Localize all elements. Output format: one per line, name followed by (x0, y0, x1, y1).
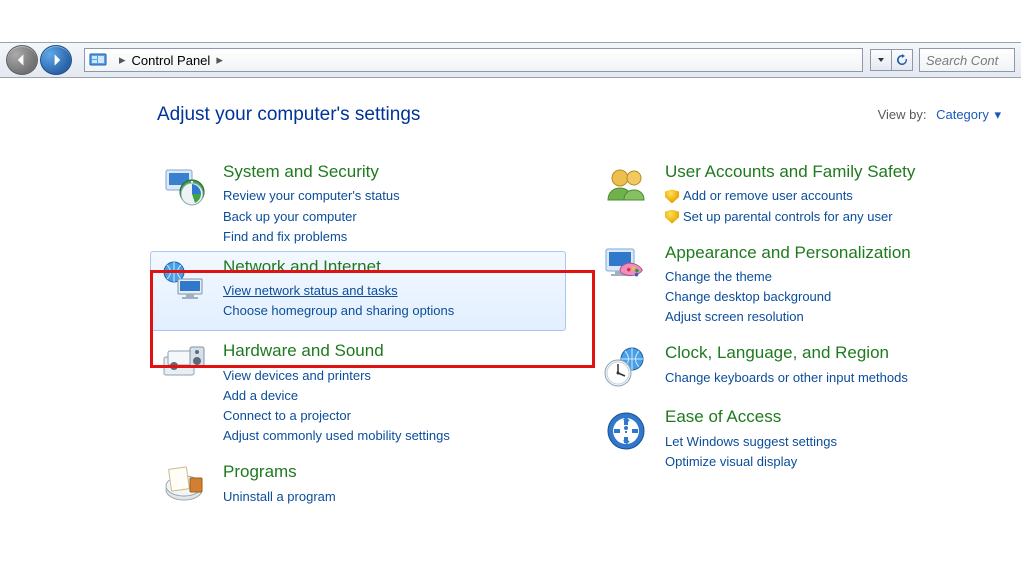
category-body: Hardware and Sound View devices and print… (223, 341, 559, 446)
forward-button[interactable] (40, 45, 72, 75)
category-title-appearance[interactable]: Appearance and Personalization (665, 243, 1001, 263)
appearance-icon (599, 243, 653, 291)
category-body: Ease of Access Let Windows suggest settin… (665, 407, 1001, 472)
category-link[interactable]: Change keyboards or other input methods (665, 368, 1001, 388)
ease-of-access-icon (599, 407, 653, 455)
category-title-network-internet[interactable]: Network and Internet (223, 257, 559, 277)
category-hardware-sound: Hardware and Sound View devices and print… (157, 335, 559, 456)
category-link[interactable]: Find and fix problems (223, 227, 559, 247)
category-link[interactable]: Connect to a projector (223, 406, 559, 426)
clock-language-icon (599, 343, 653, 391)
category-column-right: User Accounts and Family Safety Add or re… (599, 156, 1001, 520)
content-pane: Adjust your computer's settings View by:… (27, 80, 1021, 578)
category-link[interactable]: View devices and printers (223, 366, 559, 386)
user-accounts-icon (599, 162, 653, 210)
category-system-security: System and Security Review your computer'… (157, 156, 559, 257)
category-column-left: System and Security Review your computer'… (157, 156, 559, 520)
refresh-button[interactable] (891, 49, 913, 71)
breadcrumb-root[interactable]: Control Panel (132, 53, 211, 68)
system-security-icon (157, 162, 211, 210)
category-body: Programs Uninstall a program (223, 462, 559, 510)
network-internet-icon (157, 257, 211, 305)
back-button[interactable] (6, 45, 38, 75)
chevron-right-icon: ▸ (119, 52, 126, 68)
header-row: Adjust your computer's settings View by:… (157, 104, 1001, 126)
category-link[interactable]: Optimize visual display (665, 452, 1001, 472)
refresh-icon (896, 54, 908, 66)
category-programs: Programs Uninstall a program (157, 456, 559, 520)
category-link[interactable]: Change desktop background (665, 287, 1001, 307)
category-link[interactable]: Uninstall a program (223, 487, 559, 507)
category-title-system-security[interactable]: System and Security (223, 162, 559, 182)
category-link[interactable]: Add a device (223, 386, 559, 406)
category-link[interactable]: Review your computer's status (223, 186, 559, 206)
category-link[interactable]: View network status and tasks (223, 281, 559, 301)
control-panel-icon (89, 51, 107, 69)
address-bar[interactable]: ▸ Control Panel ▸ (84, 48, 863, 72)
category-body: Network and Internet View network status … (223, 257, 559, 322)
category-link[interactable]: Set up parental controls for any user (665, 207, 1001, 227)
category-title-programs[interactable]: Programs (223, 462, 559, 482)
search-placeholder: Search Cont (926, 53, 998, 68)
arrow-right-icon (49, 53, 63, 67)
category-title-ease-of-access[interactable]: Ease of Access (665, 407, 1001, 427)
category-body: Clock, Language, and Region Change keyboa… (665, 343, 1001, 391)
view-by[interactable]: View by: Category ▾ (878, 107, 1001, 123)
category-body: User Accounts and Family Safety Add or re… (665, 162, 1001, 227)
category-ease-of-access: Ease of Access Let Windows suggest settin… (599, 401, 1001, 482)
category-title-hardware-sound[interactable]: Hardware and Sound (223, 341, 559, 361)
navbar: ▸ Control Panel ▸ Search Cont (0, 42, 1021, 78)
page-title: Adjust your computer's settings (157, 104, 420, 126)
chevron-down-icon (877, 56, 885, 64)
category-link[interactable]: Back up your computer (223, 207, 559, 227)
hardware-sound-icon (157, 341, 211, 389)
category-body: System and Security Review your computer'… (223, 162, 559, 247)
category-title-user-accounts[interactable]: User Accounts and Family Safety (665, 162, 1001, 182)
programs-icon (157, 462, 211, 510)
category-network-internet: Network and Internet View network status … (150, 251, 566, 332)
category-clock-language: Clock, Language, and Region Change keyboa… (599, 337, 1001, 401)
chevron-down-icon: ▾ (994, 107, 1001, 122)
category-link[interactable]: Adjust screen resolution (665, 307, 1001, 327)
category-title-clock-language[interactable]: Clock, Language, and Region (665, 343, 1001, 363)
address-history-button[interactable] (870, 49, 892, 71)
category-link[interactable]: Let Windows suggest settings (665, 432, 1001, 452)
chevron-right-icon: ▸ (216, 52, 223, 68)
category-link[interactable]: Add or remove user accounts (665, 186, 1001, 206)
category-link[interactable]: Change the theme (665, 267, 1001, 287)
search-input[interactable]: Search Cont (919, 48, 1015, 72)
view-by-label: View by: (878, 107, 927, 122)
category-columns: System and Security Review your computer'… (157, 156, 1001, 520)
view-by-value: Category (936, 107, 989, 122)
category-link[interactable]: Choose homegroup and sharing options (223, 301, 559, 321)
category-link[interactable]: Adjust commonly used mobility settings (223, 426, 559, 446)
arrow-left-icon (15, 53, 29, 67)
category-body: Appearance and Personalization Change the… (665, 243, 1001, 328)
category-user-accounts: User Accounts and Family Safety Add or re… (599, 156, 1001, 237)
category-appearance: Appearance and Personalization Change the… (599, 237, 1001, 338)
